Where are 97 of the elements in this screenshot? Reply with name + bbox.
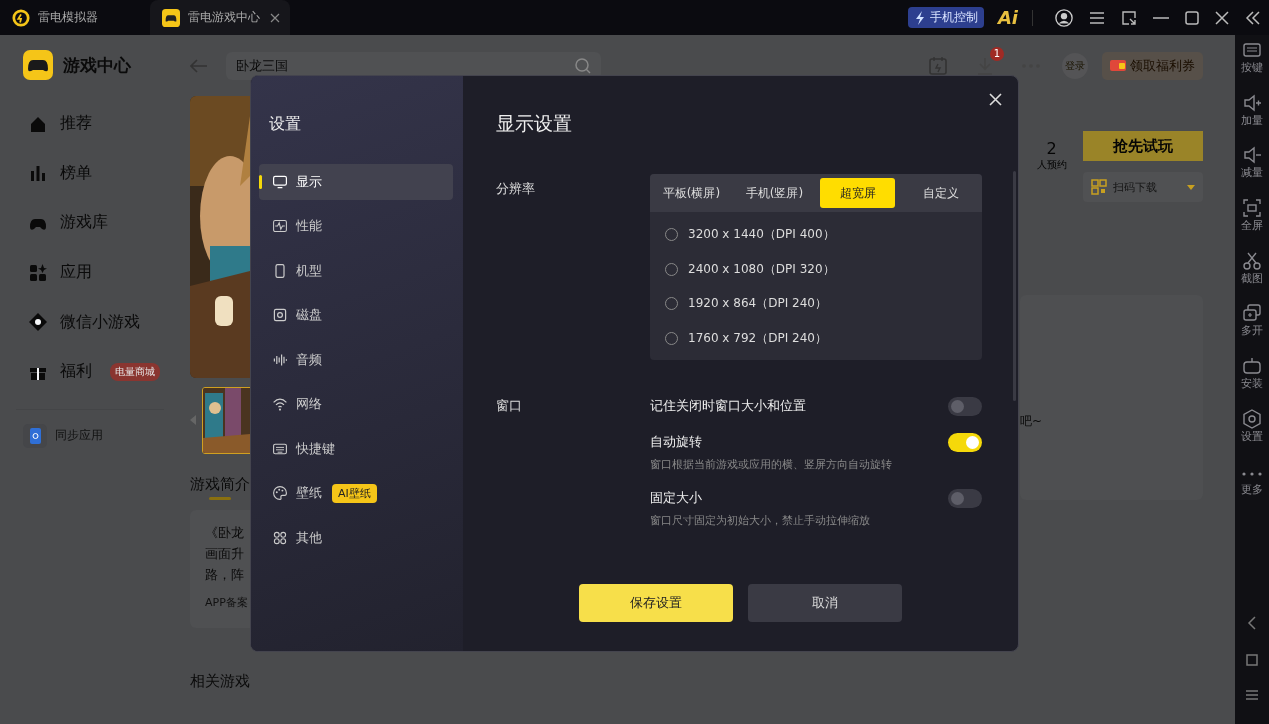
promo-badge: 电量商城 — [110, 362, 160, 381]
fullscreen-icon — [1242, 198, 1262, 219]
grid-icon — [28, 262, 48, 283]
close-icon[interactable] — [1215, 10, 1229, 25]
setting-label: 记住关闭时窗口大小和位置 — [650, 396, 806, 415]
nav-item[interactable]: 福利 电量商城 — [0, 346, 180, 397]
description-text: 《卧龙 — [205, 524, 244, 542]
close-icon[interactable] — [270, 12, 280, 23]
grid-icon — [272, 529, 288, 546]
section-title: 相关游戏 — [190, 672, 250, 691]
toggle-switch[interactable] — [948, 488, 982, 508]
settings-menu-item[interactable]: 快捷键 — [259, 430, 453, 467]
toggle-switch[interactable] — [948, 432, 982, 452]
maximize-icon[interactable] — [1185, 10, 1199, 25]
home-icon[interactable] — [1246, 654, 1258, 666]
toolbar-button[interactable]: 设置 — [1241, 408, 1263, 462]
resolution-option[interactable]: 3200 x 1440（DPI 400） — [650, 217, 982, 252]
windows-icon — [1242, 303, 1262, 324]
save-button[interactable]: 保存设置 — [579, 584, 733, 622]
resolution-option[interactable]: 1760 x 792（DPI 240） — [650, 321, 982, 356]
resolution-tab[interactable]: 自定义 — [903, 178, 978, 208]
description-text: 画面升 — [205, 545, 244, 563]
logo-icon — [12, 8, 30, 27]
toolbar-button[interactable]: 加量 — [1241, 92, 1263, 146]
more-icon — [1242, 471, 1262, 476]
collapse-icon[interactable] — [1245, 10, 1261, 25]
settings-menu-item[interactable]: 音频 — [259, 341, 453, 378]
monitor-icon — [272, 173, 288, 190]
speaker-icon — [1242, 145, 1262, 166]
notification-badge: 1 — [990, 46, 1004, 61]
keyboard-icon — [1242, 40, 1262, 60]
menu-icon[interactable] — [1246, 690, 1258, 700]
back-icon[interactable] — [1247, 616, 1257, 630]
ai-logo[interactable]: Ai — [997, 7, 1018, 28]
description-text: 路，阵 — [205, 566, 244, 584]
waveform-icon — [272, 351, 288, 368]
settings-menu-item[interactable]: 性能 — [259, 208, 453, 244]
window-tab[interactable]: 雷电游戏中心 — [150, 0, 290, 35]
setting-description: 窗口根据当前游戏或应用的横、竖屏方向自动旋转 — [650, 456, 892, 472]
settings-menu-item[interactable]: 机型 — [259, 252, 453, 289]
section-title: 游戏简介 — [190, 475, 250, 494]
toolbar-button[interactable]: 按键 — [1241, 40, 1263, 93]
phone-icon — [272, 262, 288, 279]
search-icon[interactable] — [575, 57, 591, 74]
ai-badge: AI壁纸 — [332, 483, 377, 503]
window-icon[interactable] — [1121, 9, 1137, 26]
toolbar-button[interactable]: 多开 — [1241, 303, 1263, 357]
minimize-icon[interactable] — [1153, 16, 1169, 19]
dialog-title: 显示设置 — [496, 111, 573, 136]
dialog-sidebar-title: 设置 — [269, 114, 302, 135]
scissors-icon — [1242, 250, 1262, 271]
resolution-option[interactable]: 1920 x 864（DPI 240） — [650, 286, 982, 322]
filing-text: APP备案 — [205, 595, 249, 610]
menu-icon[interactable] — [1089, 10, 1105, 25]
settings-menu-item[interactable]: 其他 — [259, 519, 453, 556]
resolution-tab[interactable]: 手机(竖屏) — [737, 178, 812, 208]
trial-button[interactable]: 抢先试玩 — [1083, 131, 1203, 161]
palette-icon — [272, 485, 288, 501]
pulse-icon — [272, 218, 288, 234]
setting-label: 分辨率 — [496, 180, 536, 198]
phone-control-button[interactable]: 手机控制 — [907, 7, 984, 28]
app-title: 游戏中心 — [63, 53, 131, 77]
settings-icon — [1242, 408, 1262, 429]
diamond-icon — [28, 312, 48, 333]
settings-menu-item[interactable]: 显示 — [259, 163, 453, 200]
toolbar-button[interactable]: 减量 — [1241, 145, 1263, 199]
package-icon — [1242, 356, 1262, 377]
resolution-tab[interactable]: 平板(横屏) — [654, 178, 729, 208]
settings-menu-item[interactable]: 网络 — [259, 386, 453, 422]
card-text: 吧~ — [1020, 413, 1043, 430]
cancel-button[interactable]: 取消 — [748, 584, 902, 622]
speaker-icon — [1242, 92, 1262, 113]
setting-description: 窗口尺寸固定为初始大小，禁止手动拉伸缩放 — [650, 512, 870, 528]
qr-code-icon — [1091, 179, 1107, 195]
window-tab[interactable]: 雷电模拟器 — [0, 0, 140, 35]
caret-icon — [1187, 184, 1195, 190]
setting-label: 自动旋转 — [650, 432, 703, 451]
wifi-icon — [272, 396, 288, 412]
toolbar-button[interactable]: 更多 — [1241, 461, 1263, 515]
resolution-option[interactable]: 2400 x 1080（DPI 320） — [650, 251, 982, 287]
bar-chart-icon — [28, 163, 48, 184]
toolbar-button[interactable]: 安装 — [1241, 356, 1263, 409]
phone-icon — [29, 427, 41, 444]
gamepad-icon — [23, 50, 53, 80]
gamepad-icon — [162, 8, 180, 27]
toggle-switch[interactable] — [948, 396, 982, 416]
settings-menu-item[interactable]: 磁盘 — [259, 297, 453, 333]
lightning-icon — [913, 10, 926, 25]
toolbar-button[interactable]: 截图 — [1241, 250, 1263, 304]
reservation-label: 人预约 — [1036, 158, 1067, 172]
setting-label: 固定大小 — [650, 488, 703, 507]
user-icon[interactable] — [1055, 8, 1073, 27]
settings-menu-item[interactable]: 壁纸 AI壁纸 — [259, 475, 453, 511]
toolbar-button[interactable]: 全屏 — [1241, 198, 1263, 251]
resolution-tab[interactable]: 超宽屏 — [820, 178, 895, 208]
setting-label: 窗口 — [496, 396, 523, 415]
reservation-count: 2 — [1046, 139, 1057, 158]
